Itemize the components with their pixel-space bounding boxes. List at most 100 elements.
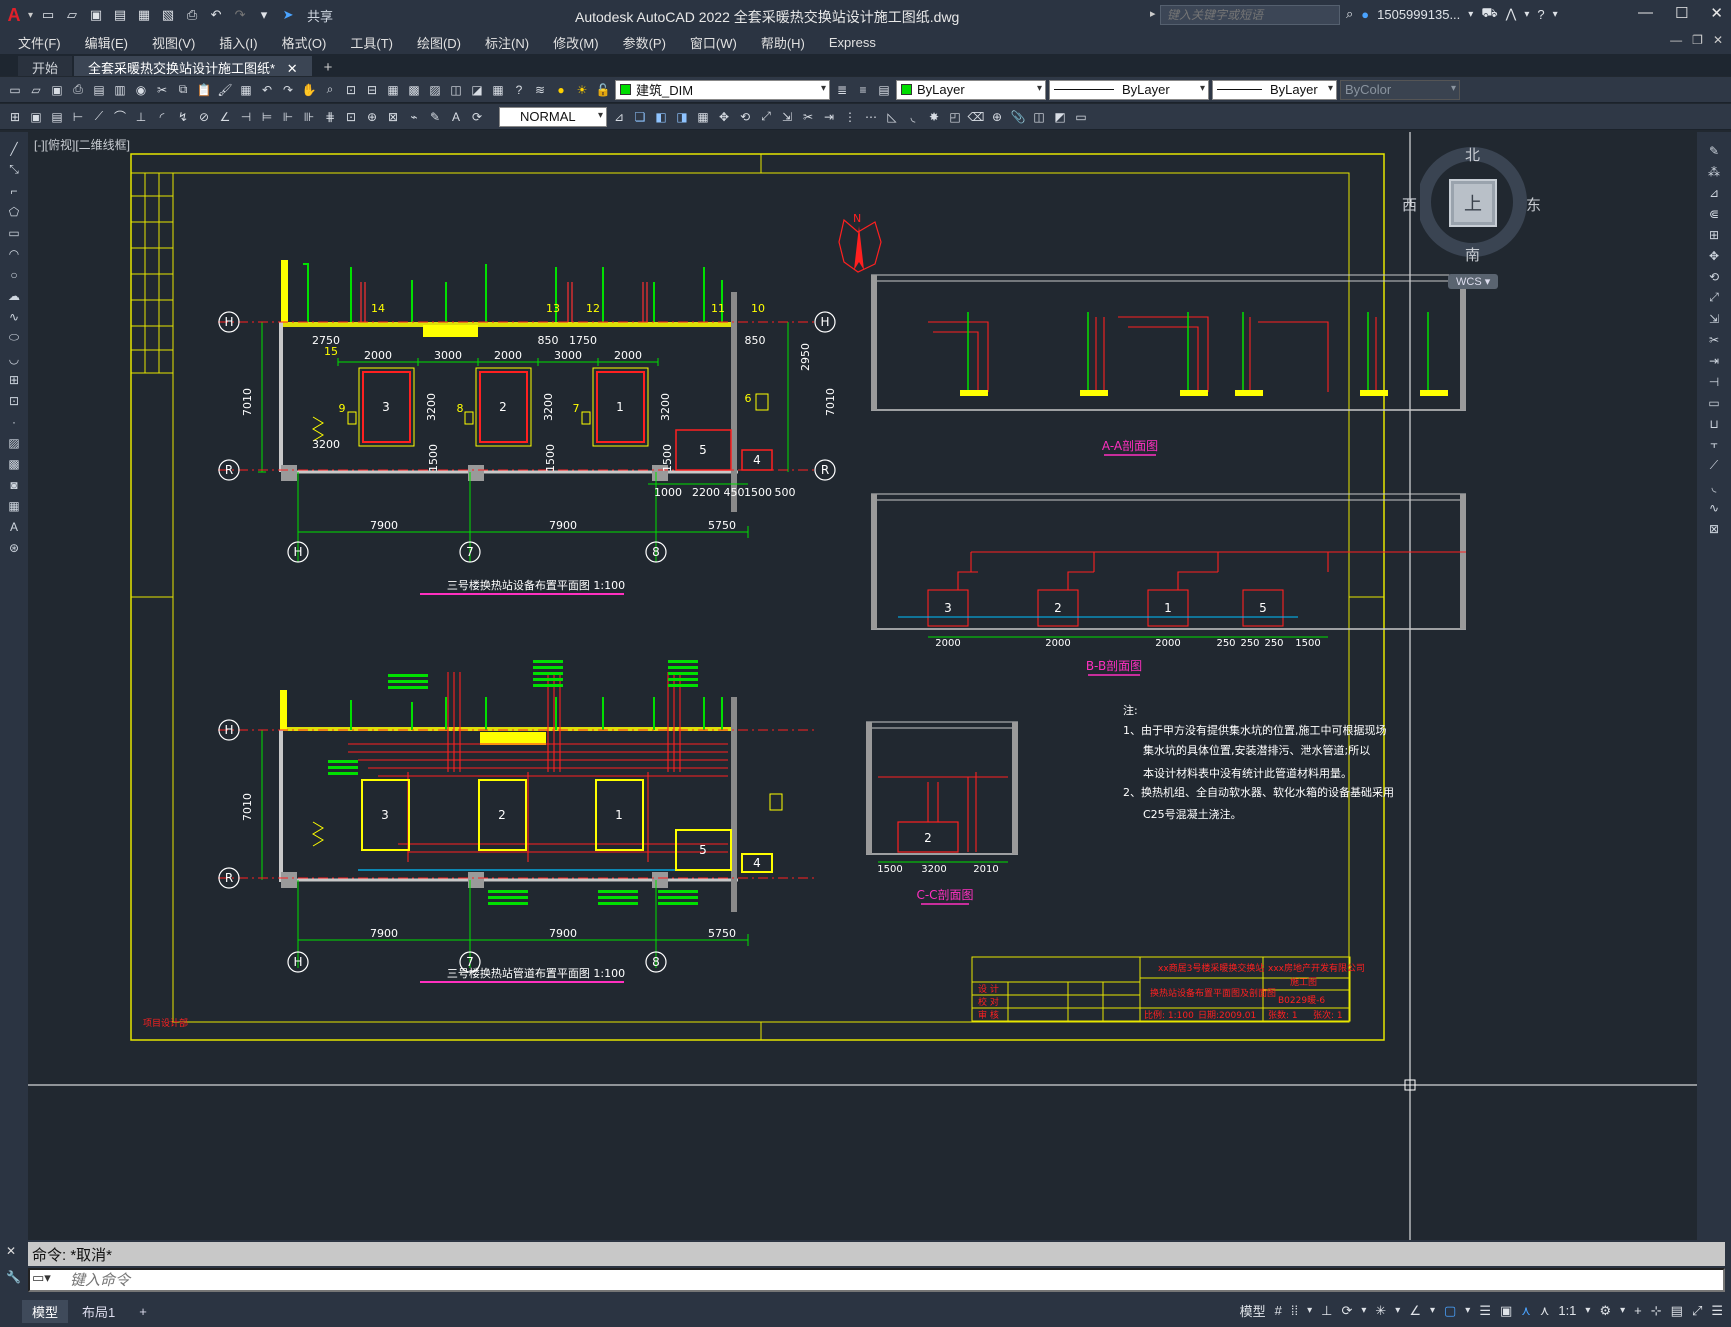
chevron-down-icon[interactable]: ▾ <box>1465 1305 1470 1316</box>
qat-dropdown-icon[interactable]: ▾ <box>255 6 273 24</box>
mirror-icon[interactable]: ⊿ <box>1705 184 1723 201</box>
make-block-icon[interactable]: ⊡ <box>5 392 23 409</box>
tab-start[interactable]: 开始 <box>18 56 73 76</box>
new-icon[interactable]: ▭ <box>6 81 24 99</box>
autodesk-app-icon[interactable]: ⋀ <box>1506 6 1517 22</box>
sheet-set-icon[interactable]: ◫ <box>447 81 465 99</box>
erase-icon[interactable]: ✎ <box>1705 142 1723 159</box>
menu-modify[interactable]: 修改(M) <box>553 33 599 52</box>
dim-text-edit-icon[interactable]: A <box>447 108 465 126</box>
save-web-icon[interactable]: ▧ <box>159 6 177 24</box>
zoom-previous-icon[interactable]: ⊟ <box>363 81 381 99</box>
move-icon[interactable]: ✥ <box>1705 247 1723 264</box>
viewcube-top-face[interactable]: 上 <box>1464 190 1482 216</box>
move-icon[interactable]: ✥ <box>715 108 733 126</box>
dim-style-manager-icon[interactable]: ⊿ <box>610 108 628 126</box>
app-menu-chevron-icon[interactable]: ▾ <box>28 10 33 21</box>
polygon-icon[interactable]: ⬠ <box>5 203 23 220</box>
cut-icon[interactable]: ✂ <box>153 81 171 99</box>
open-file-icon[interactable]: ▱ <box>63 6 81 24</box>
wcs-menu[interactable]: WCS ▾ <box>1448 274 1499 289</box>
redo-icon[interactable]: ↷ <box>279 81 297 99</box>
polar-tracking-icon[interactable]: ✳ <box>1375 1303 1386 1319</box>
maximize-icon[interactable]: ☐ <box>1675 4 1688 22</box>
erase-icon[interactable]: ⌫ <box>967 108 985 126</box>
quick-dim-icon[interactable]: ⊣ <box>237 108 255 126</box>
extend-icon[interactable]: ⇥ <box>820 108 838 126</box>
explode-icon[interactable]: ✸ <box>925 108 943 126</box>
isodraft-icon[interactable]: ∠ <box>1409 1303 1421 1319</box>
gradient-icon[interactable]: ▩ <box>5 455 23 472</box>
center-mark-icon[interactable]: ⊕ <box>363 108 381 126</box>
print-icon[interactable]: ⎙ <box>69 81 87 99</box>
menu-express[interactable]: Express <box>829 35 876 50</box>
make-current-layer-icon[interactable]: ≣ <box>833 81 851 99</box>
viewcube-south[interactable]: 南 <box>1465 244 1480 265</box>
layer-freeze-icon[interactable]: ☀ <box>573 81 591 99</box>
search-icon[interactable]: ⌕ <box>1346 6 1353 22</box>
model-space-button[interactable]: 模型 <box>1240 1301 1266 1320</box>
frame-icon[interactable]: ▭ <box>1072 108 1090 126</box>
tab-layout1[interactable]: 布局1 <box>72 1300 125 1323</box>
revcloud-icon[interactable]: ☁ <box>5 287 23 304</box>
layer-manager-icon[interactable]: ≋ <box>531 81 549 99</box>
trim-icon[interactable]: ✂ <box>1705 331 1723 348</box>
share-button[interactable]: 共享 <box>307 6 333 25</box>
doc-restore-icon[interactable]: ❐ <box>1692 33 1703 47</box>
customization-icon[interactable]: ☰ <box>1711 1303 1723 1319</box>
save-view-icon[interactable]: ▣ <box>27 108 45 126</box>
layer-on-icon[interactable]: ● <box>552 81 570 99</box>
chamfer-icon[interactable]: ◺ <box>883 108 901 126</box>
customize-icon[interactable]: 🔧 <box>6 1270 21 1284</box>
dimstyle-dropdown[interactable]: NORMAL ▾ <box>499 106 607 127</box>
autocad-logo-icon[interactable]: A <box>0 0 28 30</box>
offset-icon[interactable]: ⋐ <box>1705 205 1723 222</box>
autoscale-icon[interactable]: ⋏ <box>1540 1303 1550 1319</box>
construction-line-icon[interactable]: ⤡ <box>5 161 23 178</box>
properties-icon[interactable]: ▦ <box>384 81 402 99</box>
insert-block-icon[interactable]: ⊕ <box>988 108 1006 126</box>
aligned-dim-icon[interactable]: ⟋ <box>90 108 108 126</box>
doc-minimize-icon[interactable]: — <box>1670 33 1682 47</box>
chevron-down-icon[interactable]: ▾ <box>1620 1305 1625 1316</box>
continue-dim-icon[interactable]: ⊩ <box>279 108 297 126</box>
tab-close-icon[interactable]: ✕ <box>287 61 298 76</box>
offset-icon[interactable]: ◨ <box>673 108 691 126</box>
annotation-scale[interactable]: 1:1 <box>1558 1303 1576 1318</box>
viewcube-east[interactable]: 东 <box>1526 194 1541 215</box>
workspace-gear-icon[interactable]: ⚙ <box>1599 1303 1611 1319</box>
hatch-icon[interactable]: ▨ <box>5 434 23 451</box>
add-selected-icon[interactable]: ⊛ <box>5 539 23 556</box>
menu-window[interactable]: 窗口(W) <box>690 33 737 52</box>
help-icon[interactable]: ? <box>510 81 528 99</box>
annotation-monitor-icon[interactable]: + <box>1634 1303 1642 1318</box>
drawing-canvas[interactable]: [-][俯视][二维线框] N H R H R H 7 8 2000 3000 … <box>28 132 1697 1240</box>
calculator-icon[interactable]: ▦ <box>489 81 507 99</box>
mirror-icon[interactable]: ◧ <box>652 108 670 126</box>
linetype-dropdown[interactable]: ByLayer ▾ <box>1049 79 1209 100</box>
copy-icon[interactable]: ⁂ <box>1705 163 1723 180</box>
new-file-icon[interactable]: ▭ <box>39 6 57 24</box>
tolerance-icon[interactable]: ⊡ <box>342 108 360 126</box>
print-preview-icon[interactable]: ▤ <box>90 81 108 99</box>
viewcube-north[interactable]: 北 <box>1465 144 1480 165</box>
close-icon[interactable]: ✕ <box>1710 4 1723 22</box>
chevron-down-icon[interactable]: ▾ <box>1524 9 1529 20</box>
object-snap-icon[interactable]: ▢ <box>1444 1303 1456 1319</box>
save-icon[interactable]: ▣ <box>87 6 105 24</box>
radius-dim-icon[interactable]: ◜ <box>153 108 171 126</box>
table-icon[interactable]: ▦ <box>5 497 23 514</box>
menu-format[interactable]: 格式(O) <box>282 33 327 52</box>
tab-drawing[interactable]: 全套采暖热交换站设计施工图纸* ✕ <box>74 56 312 76</box>
point-icon[interactable]: · <box>5 413 23 430</box>
chevron-down-icon[interactable]: ▾ <box>1361 1305 1366 1316</box>
scale-icon[interactable]: ⤢ <box>1705 289 1723 306</box>
paste-icon[interactable]: 📋 <box>195 81 213 99</box>
menu-parametric[interactable]: 参数(P) <box>623 33 666 52</box>
zoom-window-icon[interactable]: ⊡ <box>342 81 360 99</box>
insert-block-icon[interactable]: ⊞ <box>5 371 23 388</box>
stretch-icon[interactable]: ⇲ <box>1705 310 1723 327</box>
fillet-icon[interactable]: ◟ <box>1705 478 1723 495</box>
undo-icon[interactable]: ↶ <box>207 6 225 24</box>
arc-icon[interactable]: ◠ <box>5 245 23 262</box>
